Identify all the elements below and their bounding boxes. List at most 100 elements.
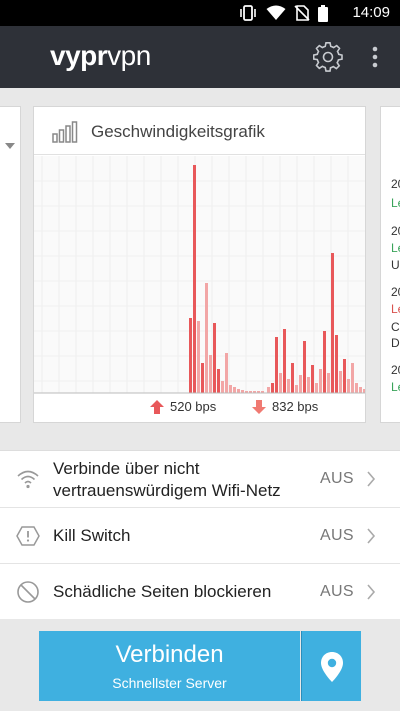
wifi-icon [17,470,39,489]
log-line: U [391,258,400,272]
connect-sublabel: Schnellster Server [112,675,227,691]
app-bar: vyprvpn [0,26,400,88]
download-speed-value: 832 bps [272,399,319,414]
chart-bar [217,369,220,393]
chart-bar [295,385,298,393]
chart-bar [291,363,294,393]
block-icon [17,581,39,603]
dropdown-arrow-icon [5,143,15,149]
bar-chart-icon [52,121,78,143]
upload-speed: 520 bps [150,399,216,414]
log-line: Le [391,241,400,255]
setting-label-line2: vertrauenswürdigem Wifi-Netz [53,481,281,500]
chart-bar [331,253,334,393]
chart-bar [319,369,322,393]
no-sim-icon [294,5,310,21]
logo-bold: vypr [50,40,108,71]
chart-bar [315,383,318,393]
log-line: C [391,320,400,334]
connect-bar: Verbinden Schnellster Server [0,619,400,711]
chart-bar [267,387,270,393]
chart-bar [335,335,338,393]
chart-bar [299,375,302,393]
log-line: D [391,336,400,350]
location-button[interactable] [301,631,361,701]
setting-label-line1: Verbinde über nicht [53,459,200,478]
chart-bar [271,383,274,393]
setting-value: AUS [320,527,354,544]
chart-bar [213,323,216,393]
chart-bar [327,373,330,393]
chart-bar [347,379,350,393]
chart-bar [197,321,200,393]
status-icons [238,4,328,22]
chart-bar [229,385,232,393]
chart-bar [363,389,365,393]
setting-label: Kill Switch [53,526,131,545]
settings-list: Verbinde über nicht vertrauenswürdigem W… [0,450,400,619]
warning-hexagon-icon [16,526,40,546]
speed-legend: 520 bps 832 bps [34,399,365,421]
speed-card-title: Geschwindigkeitsgrafik [91,122,265,141]
chevron-right-icon [367,528,376,544]
log-line: Le [391,196,400,210]
speed-graph-card: Geschwindigkeitsgrafik 520 bps 832 bps [33,106,366,423]
chart-bar [205,283,208,393]
log-line: Le [391,302,400,316]
logo-light: vpn [107,40,151,71]
app-logo: vyprvpn [50,40,151,72]
kill-switch-setting[interactable]: Kill Switch AUS [0,508,400,564]
chart-bar [279,373,282,393]
chart-bar [303,341,306,393]
speed-chart [34,156,365,394]
log-line: 20 [391,363,400,377]
setting-value: AUS [320,583,354,600]
chart-bar [237,389,240,393]
location-pin-icon [321,652,343,682]
chevron-right-icon [367,471,376,487]
chart-bar [275,337,278,393]
chart-bar [311,365,314,393]
status-time: 14:09 [352,4,390,21]
chart-bar [339,371,342,393]
chart-bar [359,387,362,393]
log-line: 20 [391,224,400,238]
chart-bar [221,381,224,393]
setting-label: Schädliche Seiten blockieren [53,582,272,601]
chart-bar [233,387,236,393]
wifi-icon [266,5,286,20]
chart-bar [307,377,310,393]
chart-bar [323,331,326,393]
more-options-icon[interactable] [366,44,384,70]
chart-bar [355,383,358,393]
chart-bar [189,318,192,393]
chart-bar [201,363,204,393]
log-line: 20 [391,177,400,191]
chart-bar [343,359,346,393]
previous-card[interactable] [0,106,21,423]
download-arrow-icon [252,399,266,414]
chevron-right-icon [367,584,376,600]
connect-button[interactable]: Verbinden Schnellster Server [39,631,300,701]
chart-bar [225,353,228,393]
download-speed: 832 bps [252,399,318,414]
connection-log-card[interactable]: 20 Le 20 Le U 20 Le C D 20 Le [380,106,400,423]
chart-bar [209,355,212,393]
chart-bar [351,363,354,393]
untrusted-wifi-setting[interactable]: Verbinde über nicht vertrauenswürdigem W… [0,451,400,508]
log-line: 20 [391,285,400,299]
log-line: Le [391,380,400,394]
battery-icon [318,4,328,22]
chart-bar [283,329,286,393]
block-malicious-sites-setting[interactable]: Schädliche Seiten blockieren AUS [0,564,400,620]
gear-icon[interactable] [313,42,343,72]
speed-card-header: Geschwindigkeitsgrafik [34,107,365,155]
vibrate-icon [240,5,256,21]
upload-arrow-icon [150,399,164,414]
chart-bar [193,165,196,393]
status-bar: 14:09 [0,0,400,26]
upload-speed-value: 520 bps [170,399,217,414]
chart-bar [287,379,290,393]
setting-value: AUS [320,470,354,487]
cards-carousel[interactable]: Geschwindigkeitsgrafik 520 bps 832 bps 2… [0,88,400,448]
